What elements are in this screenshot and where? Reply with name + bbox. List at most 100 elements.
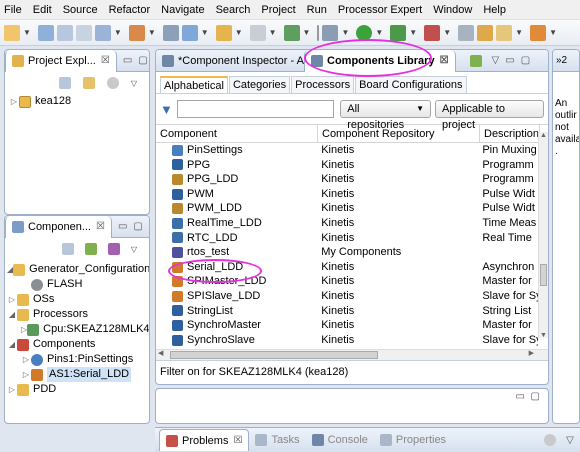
filter-input[interactable]: [176, 100, 335, 118]
gear-icon[interactable]: [544, 434, 557, 446]
new-file-icon[interactable]: [249, 24, 266, 41]
table-row[interactable]: PPG_LDD Kinetis Programm: [156, 172, 538, 187]
scroll-right-icon[interactable]: ▶: [529, 349, 534, 357]
table-row[interactable]: RTC_LDD Kinetis Real Time: [156, 231, 538, 246]
tree-item-components[interactable]: ◢ Components: [7, 337, 149, 352]
tree-item-generator-configuration[interactable]: ◢ Generator_Configuration: [7, 262, 149, 277]
maximize-icon[interactable]: ▢: [138, 55, 147, 66]
menu-refactor[interactable]: Refactor: [109, 4, 151, 16]
tab-problems[interactable]: Problems ☒: [159, 429, 250, 451]
new-folder-icon[interactable]: [215, 24, 232, 41]
expand-icon[interactable]: ◢: [7, 337, 17, 352]
menu-file[interactable]: File: [4, 4, 22, 16]
open-folder-icon[interactable]: [496, 24, 513, 41]
tree-item-project[interactable]: ▷ kea128: [9, 94, 149, 109]
minimize-icon[interactable]: ▭: [123, 55, 132, 66]
generate-code-icon[interactable]: [84, 243, 97, 255]
menu-navigate[interactable]: Navigate: [161, 4, 204, 16]
collapse-all-icon[interactable]: [58, 77, 71, 89]
column-header-repository[interactable]: Component Repository: [318, 125, 480, 142]
binary-icon[interactable]: [162, 24, 179, 41]
table-row[interactable]: SPISlave_LDD Kinetis Slave for Sy: [156, 289, 538, 304]
save-icon[interactable]: [37, 24, 54, 41]
collapse-all-icon[interactable]: [61, 243, 74, 255]
applicable-to-project-button[interactable]: Applicable to project: [434, 100, 544, 131]
external-tools-icon[interactable]: [424, 24, 441, 41]
dropdown-icon[interactable]: ▼: [515, 28, 523, 37]
tree-item-oss[interactable]: ▷ OSs: [7, 292, 149, 307]
view-menu-icon[interactable]: ▽: [131, 245, 137, 254]
refresh-icon[interactable]: [283, 24, 300, 41]
pencil-icon[interactable]: [458, 24, 475, 41]
lightning-icon[interactable]: [477, 24, 494, 41]
tab-component-inspector[interactable]: *Component Inspector - AS1: [156, 50, 304, 72]
dropdown-icon[interactable]: ▼: [235, 28, 243, 37]
maximize-icon[interactable]: ▢: [133, 221, 142, 232]
tab-project-explorer[interactable]: Project Expl... ☒: [5, 50, 117, 72]
close-icon[interactable]: ☒: [440, 55, 449, 66]
maximize-icon[interactable]: ▢: [521, 55, 530, 66]
expand-icon[interactable]: ▷: [7, 292, 17, 307]
table-row[interactable]: SynchroSlave Kinetis Slave for Sy: [156, 333, 538, 348]
tab-components[interactable]: Componen... ☒: [5, 216, 112, 238]
minimize-icon[interactable]: ▭: [118, 221, 127, 232]
run-external-icon[interactable]: [390, 24, 407, 41]
tree-item-as1[interactable]: ▷ AS1:Serial_LDD: [7, 367, 149, 382]
table-row[interactable]: PWM_LDD Kinetis Pulse Widt: [156, 201, 538, 216]
dropdown-icon[interactable]: ▼: [341, 28, 349, 37]
menu-source[interactable]: Source: [63, 4, 98, 16]
dropdown-icon[interactable]: ▼: [549, 28, 557, 37]
close-icon[interactable]: ☒: [233, 435, 242, 446]
gear-icon[interactable]: [106, 77, 119, 89]
subtab-board-configurations[interactable]: Board Configurations: [355, 76, 467, 93]
dropdown-icon[interactable]: ▼: [303, 28, 311, 37]
table-row[interactable]: PWM Kinetis Pulse Widt: [156, 187, 538, 202]
repository-select[interactable]: All repositories ▼: [340, 100, 431, 131]
dropdown-icon[interactable]: ▼: [148, 28, 156, 37]
table-row[interactable]: PPG Kinetis Programm: [156, 158, 538, 173]
scroll-up-icon[interactable]: ▲: [539, 132, 548, 139]
dropdown-icon[interactable]: ▼: [375, 28, 383, 37]
expand-icon[interactable]: ▷: [21, 367, 31, 382]
tree-item-processors[interactable]: ◢ Processors: [7, 307, 149, 322]
menu-processor-expert[interactable]: Processor Expert: [338, 4, 422, 16]
scrollbar-thumb[interactable]: [540, 264, 547, 286]
minimize-icon[interactable]: ▭: [516, 391, 525, 402]
tab-properties[interactable]: Properties: [374, 429, 452, 451]
new-icon[interactable]: [4, 24, 20, 41]
table-row[interactable]: rtos_test My Components: [156, 245, 538, 260]
pen-icon[interactable]: [530, 24, 547, 41]
tab-overflow[interactable]: »2: [556, 55, 567, 66]
close-icon[interactable]: ☒: [96, 221, 105, 232]
minimize-icon[interactable]: ▭: [505, 55, 514, 66]
debug-bug-icon[interactable]: [322, 24, 339, 41]
tree-item-pdd[interactable]: ▷ PDD: [7, 382, 149, 397]
link-editor-icon[interactable]: [82, 77, 95, 89]
pin-view-icon[interactable]: [469, 54, 482, 67]
scroll-left-icon[interactable]: ◀: [158, 349, 163, 357]
scroll-down-icon[interactable]: ▼: [539, 332, 548, 339]
expand-icon[interactable]: ▷: [7, 382, 17, 397]
debug-config-icon[interactable]: [181, 24, 198, 41]
dropdown-icon[interactable]: ▼: [443, 28, 451, 37]
menu-search[interactable]: Search: [216, 4, 251, 16]
vertical-scrollbar[interactable]: ▲ ▼: [538, 132, 548, 339]
build-icon[interactable]: [94, 24, 111, 41]
dropdown-icon[interactable]: ▼: [201, 28, 209, 37]
view-menu-icon[interactable]: ▽: [566, 435, 574, 446]
subtab-processors[interactable]: Processors: [291, 76, 355, 93]
maximize-icon[interactable]: ▢: [531, 391, 540, 402]
expand-icon[interactable]: ◢: [7, 307, 17, 322]
column-header-description[interactable]: Description: [480, 125, 540, 142]
menu-edit[interactable]: Edit: [33, 4, 52, 16]
expand-icon[interactable]: ▷: [9, 94, 19, 109]
table-row[interactable]: StringList Kinetis String List: [156, 304, 538, 319]
subtab-categories[interactable]: Categories: [228, 76, 291, 93]
tree-item-flash[interactable]: FLASH: [7, 277, 149, 292]
dropdown-icon[interactable]: ▼: [23, 28, 31, 37]
table-row[interactable]: SynchroMaster Kinetis Master for: [156, 318, 538, 333]
print-icon[interactable]: [75, 24, 92, 41]
components-library-icon[interactable]: [107, 243, 120, 255]
table-row[interactable]: PinSettings Kinetis Pin Muxing: [156, 143, 538, 158]
expand-icon[interactable]: ▷: [21, 352, 31, 367]
